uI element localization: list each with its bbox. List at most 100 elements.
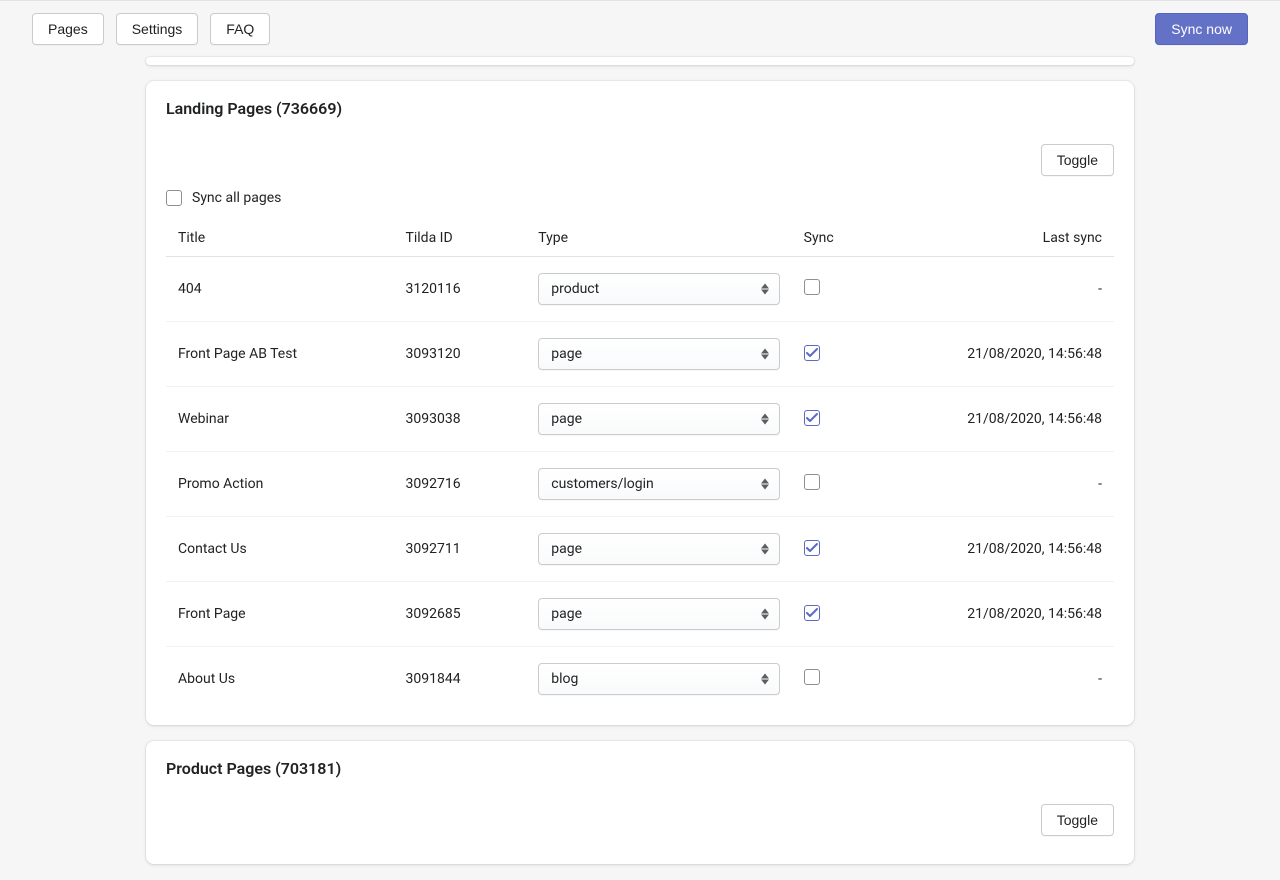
col-sync: Sync (792, 220, 877, 257)
type-select-value: page (551, 541, 582, 557)
page-content: Landing Pages (736669) Toggle Sync all p… (130, 57, 1150, 864)
type-select-value: page (551, 411, 582, 427)
sync-checkbox[interactable] (804, 474, 820, 490)
table-header-row: Title Tilda ID Type Sync Last sync (166, 220, 1114, 257)
pages-button[interactable]: Pages (32, 13, 104, 45)
cell-title: Contact Us (166, 517, 394, 582)
settings-button[interactable]: Settings (116, 13, 199, 45)
select-arrows-icon (761, 609, 769, 620)
card-header: Product Pages (703181) (146, 741, 1134, 788)
cell-title: About Us (166, 647, 394, 712)
cell-sync (792, 452, 877, 517)
sync-checkbox[interactable] (804, 345, 820, 361)
type-select[interactable]: blog (538, 663, 779, 695)
card-title: Product Pages (703181) (166, 759, 1114, 778)
cell-sync (792, 517, 877, 582)
cell-type: page (526, 322, 791, 387)
card-section: Toggle (146, 788, 1134, 856)
col-type: Type (526, 220, 791, 257)
type-select-value: blog (551, 671, 578, 687)
table-row: Webinar3093038 page 21/08/2020, 14:56:48 (166, 387, 1114, 452)
toggle-row: Toggle (166, 144, 1114, 176)
cell-sync (792, 647, 877, 712)
type-select-value: page (551, 346, 582, 362)
cell-title: 404 (166, 257, 394, 322)
cell-last-sync: - (877, 257, 1114, 322)
type-select[interactable]: customers/login (538, 468, 779, 500)
cell-title: Promo Action (166, 452, 394, 517)
col-title: Title (166, 220, 394, 257)
select-arrows-icon (761, 349, 769, 360)
table-row: Promo Action3092716 customers/login - (166, 452, 1114, 517)
cell-last-sync: - (877, 452, 1114, 517)
cell-type: customers/login (526, 452, 791, 517)
sync-now-button[interactable]: Sync now (1155, 13, 1248, 45)
sync-all-label: Sync all pages (192, 190, 281, 206)
table-row: About Us3091844blog- (166, 647, 1114, 712)
toggle-button[interactable]: Toggle (1041, 144, 1114, 176)
table-row: 4043120116 product - (166, 257, 1114, 322)
faq-button[interactable]: FAQ (210, 13, 270, 45)
cell-sync (792, 387, 877, 452)
sync-all-row: Sync all pages (166, 190, 1114, 206)
cell-type: page (526, 582, 791, 647)
col-last-sync: Last sync (877, 220, 1114, 257)
cell-type: blog (526, 647, 791, 712)
type-select[interactable]: page (538, 403, 779, 435)
check-icon (806, 412, 818, 424)
product-pages-card: Product Pages (703181) Toggle (146, 741, 1134, 864)
select-arrows-icon (761, 479, 769, 490)
cell-tilda-id: 3092716 (394, 452, 527, 517)
nav-button-group: Pages Settings FAQ (32, 13, 270, 45)
col-tilda-id: Tilda ID (394, 220, 527, 257)
cell-sync (792, 257, 877, 322)
table-row: Front Page3092685 page 21/08/2020, 14:56:4… (166, 582, 1114, 647)
cell-last-sync: 21/08/2020, 14:56:48 (877, 322, 1114, 387)
sync-checkbox[interactable] (804, 540, 820, 556)
type-select-value: page (551, 606, 582, 622)
type-select[interactable]: product (538, 273, 779, 305)
cell-type: product (526, 257, 791, 322)
type-select-value: product (551, 281, 599, 297)
cell-last-sync: - (877, 647, 1114, 712)
table-row: Front Page AB Test3093120 page 21/08/2020,… (166, 322, 1114, 387)
sync-checkbox[interactable] (804, 410, 820, 426)
cell-sync (792, 322, 877, 387)
cell-last-sync: 21/08/2020, 14:56:48 (877, 387, 1114, 452)
check-icon (806, 542, 818, 554)
cell-title: Front Page AB Test (166, 322, 394, 387)
cell-title: Front Page (166, 582, 394, 647)
cell-title: Webinar (166, 387, 394, 452)
toggle-row: Toggle (166, 804, 1114, 836)
cell-tilda-id: 3093120 (394, 322, 527, 387)
pages-table: Title Tilda ID Type Sync Last sync 40431… (166, 220, 1114, 711)
sync-checkbox[interactable] (804, 669, 820, 685)
cell-tilda-id: 3093038 (394, 387, 527, 452)
sync-checkbox[interactable] (804, 605, 820, 621)
card-title: Landing Pages (736669) (166, 99, 1114, 118)
topbar: Pages Settings FAQ Sync now (0, 0, 1280, 57)
type-select[interactable]: page (538, 338, 779, 370)
select-arrows-icon (761, 674, 769, 685)
select-arrows-icon (761, 414, 769, 425)
select-arrows-icon (761, 284, 769, 295)
table-row: Contact Us3092711 page 21/08/2020, 14:56:4… (166, 517, 1114, 582)
cell-type: page (526, 387, 791, 452)
cell-tilda-id: 3092711 (394, 517, 527, 582)
type-select-value: customers/login (551, 476, 654, 492)
check-icon (806, 607, 818, 619)
cell-tilda-id: 3092685 (394, 582, 527, 647)
type-select[interactable]: page (538, 533, 779, 565)
sync-all-checkbox[interactable] (166, 190, 182, 206)
prev-card-sliver (146, 57, 1134, 65)
card-section: Toggle Sync all pages Title Tilda ID Typ… (146, 128, 1134, 717)
type-select[interactable]: page (538, 598, 779, 630)
sync-checkbox[interactable] (804, 279, 820, 295)
landing-pages-card: Landing Pages (736669) Toggle Sync all p… (146, 81, 1134, 725)
cell-sync (792, 582, 877, 647)
card-header: Landing Pages (736669) (146, 81, 1134, 128)
cell-last-sync: 21/08/2020, 14:56:48 (877, 517, 1114, 582)
toggle-button[interactable]: Toggle (1041, 804, 1114, 836)
cell-tilda-id: 3120116 (394, 257, 527, 322)
cell-last-sync: 21/08/2020, 14:56:48 (877, 582, 1114, 647)
